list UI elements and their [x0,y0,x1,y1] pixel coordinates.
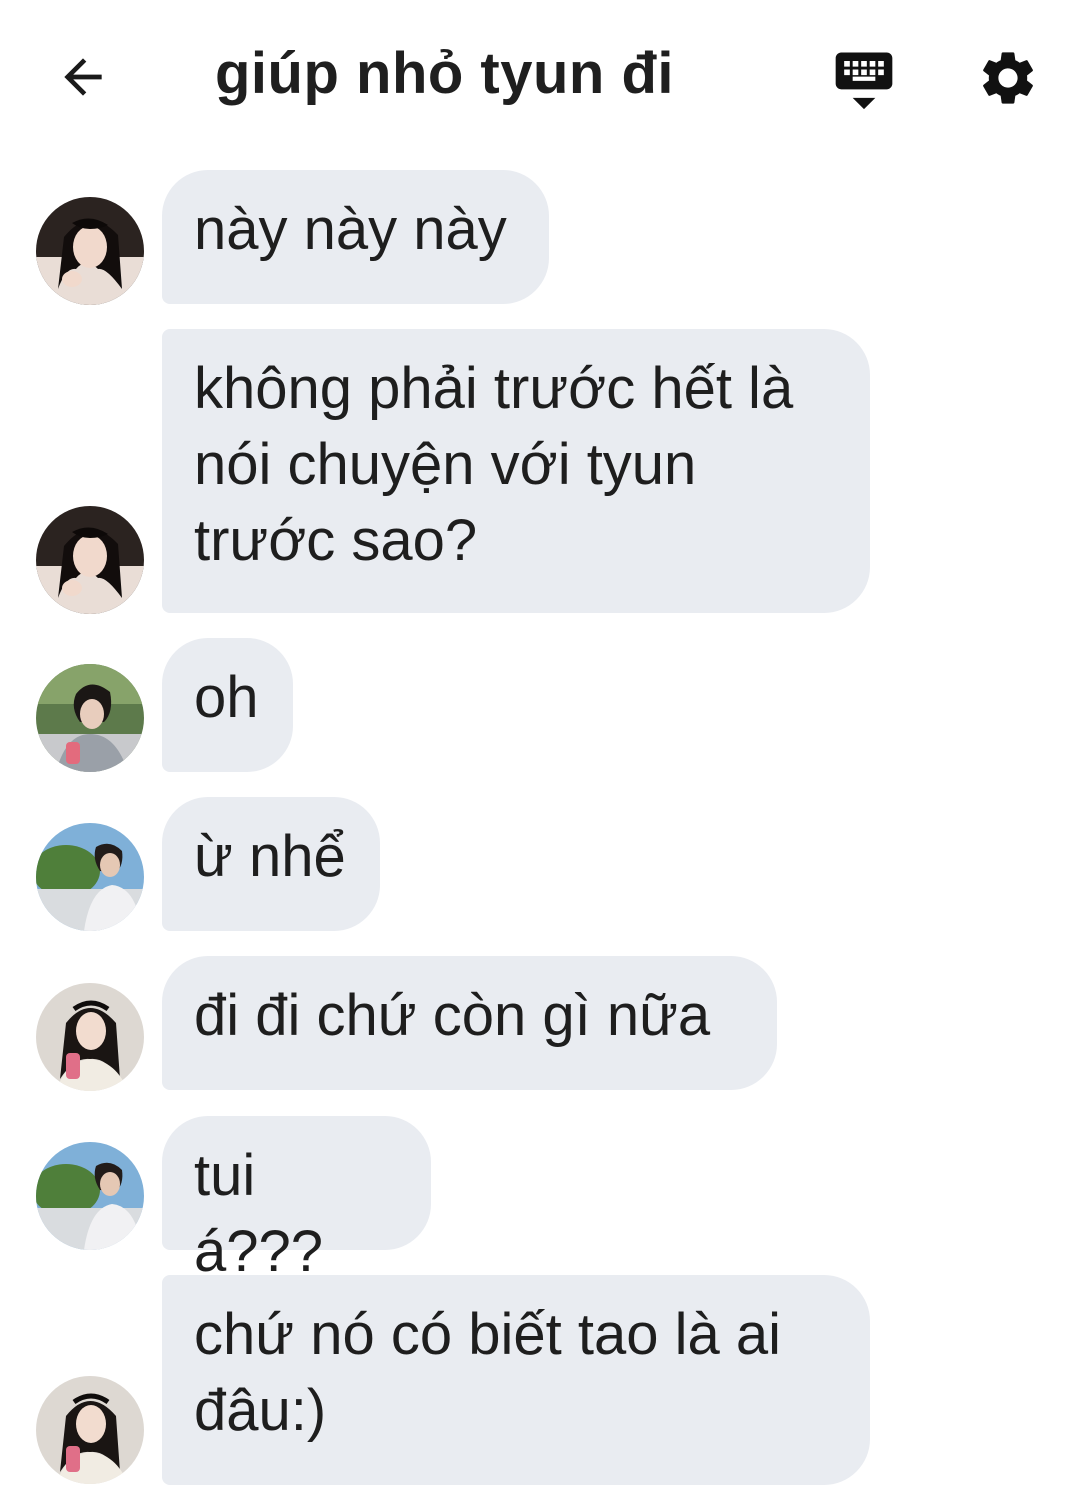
chat-header: giúp nhỏ tyun đi [0,0,1066,150]
gear-icon [983,52,1033,104]
message-bubble[interactable]: này này này [162,170,549,304]
message-bubble[interactable]: đi đi chứ còn gì nữa [162,956,777,1090]
message-bubble[interactable]: chứ nó có biết tao là ai đâu:) [162,1275,870,1485]
message-bubble[interactable]: ừ nhể [162,797,380,931]
avatar[interactable] [36,197,144,305]
avatar[interactable] [36,823,144,931]
avatar[interactable] [36,664,144,772]
back-button[interactable] [50,44,116,110]
message-bubble[interactable]: tui á??? [162,1116,431,1284]
keyboard-toggle-button[interactable] [828,42,900,114]
chat-title: giúp nhỏ tyun đi [215,41,675,106]
avatar[interactable] [36,1376,144,1484]
message-bubble[interactable]: không phải trước hết là nói chuyện với t… [162,329,870,613]
keyboard-hide-icon [835,52,893,110]
avatar[interactable] [36,983,144,1091]
arrow-left-icon [64,58,102,96]
message-bubble[interactable]: oh [162,638,293,772]
avatar[interactable] [36,1142,144,1250]
avatar[interactable] [36,506,144,614]
settings-button[interactable] [972,42,1044,114]
